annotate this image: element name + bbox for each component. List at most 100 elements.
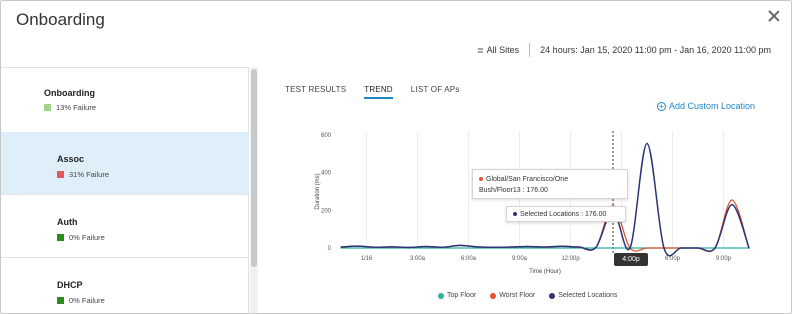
data-point-top-floor <box>714 247 716 249</box>
data-point-top-floor <box>629 247 631 249</box>
legend-label: Worst Floor <box>499 292 536 299</box>
sidebar-item-dhcp[interactable]: DHCP 0% Failure <box>1 258 249 313</box>
filter-icon: ≣ <box>476 45 484 55</box>
data-point-worst-floor <box>391 246 393 248</box>
data-point-selected-locations <box>408 246 410 249</box>
series-line-selected-locations <box>340 142 750 257</box>
dialog: Onboarding ≣ All Sites 24 hours: Jan 15,… <box>0 0 792 314</box>
legend-swatch <box>490 292 497 299</box>
data-point-selected-locations <box>680 247 682 249</box>
sidebar-item-onboarding[interactable]: Onboarding 13% Failure <box>1 68 249 130</box>
y-tick-label: 200 <box>321 208 332 214</box>
scroll-thumb[interactable] <box>251 69 257 267</box>
data-point-top-floor <box>527 247 529 249</box>
data-point-top-floor <box>357 247 359 249</box>
x-tick-label: 6:00a <box>461 256 477 262</box>
data-point-worst-floor <box>510 246 512 248</box>
data-point-selected-locations <box>493 246 495 248</box>
sidebar-scrollbar[interactable] <box>250 67 258 313</box>
data-point-selected-locations <box>697 247 699 249</box>
data-point-top-floor <box>612 247 614 249</box>
data-point-worst-floor <box>663 247 665 249</box>
status-swatch <box>57 234 64 241</box>
data-point-top-floor <box>425 247 427 249</box>
tooltip-selected-text: Selected Locations : 176.00 <box>520 211 607 218</box>
data-point-selected-locations <box>510 246 512 248</box>
data-point-selected-locations <box>357 245 359 247</box>
y-tick-label: 600 <box>321 133 332 139</box>
y-tick-label: 400 <box>321 171 332 177</box>
legend-item-worst-floor[interactable]: Worst Floor <box>490 292 535 299</box>
data-point-worst-floor <box>357 245 359 247</box>
sidebar-item-assoc[interactable]: Assoc 31% Failure <box>1 132 249 194</box>
data-point-worst-floor <box>476 246 478 248</box>
data-point-top-floor <box>731 247 733 249</box>
add-custom-location-button[interactable]: + Add Custom Location <box>656 101 755 111</box>
chart-legend: Top Floor Worst Floor Selected Locations <box>438 292 617 299</box>
tooltip-line2: Bush/Floor13 : 176.00 <box>479 186 548 194</box>
data-point-worst-floor <box>748 247 750 249</box>
data-point-top-floor <box>493 247 495 249</box>
filter-bar: ≣ All Sites 24 hours: Jan 15, 2020 11:00… <box>477 43 771 57</box>
tooltip-line1: Global/San Francisco/One <box>486 176 569 183</box>
tab-trend[interactable]: TREND <box>364 85 393 99</box>
data-point-worst-floor <box>561 245 563 247</box>
data-point-top-floor <box>340 247 342 249</box>
data-point-selected-locations <box>578 246 580 248</box>
sidebar-item-label: Onboarding <box>44 88 95 98</box>
data-point-top-floor <box>646 247 648 249</box>
data-point-worst-floor <box>493 246 495 248</box>
x-tick-label: 9:00a <box>512 256 528 262</box>
data-point-worst-floor <box>425 245 427 248</box>
series-dot <box>513 212 517 217</box>
data-point-top-floor <box>442 247 444 249</box>
status-text: 13% Failure <box>56 103 97 112</box>
data-point-selected-locations <box>646 142 648 145</box>
data-point-selected-locations <box>425 245 427 248</box>
data-point-worst-floor <box>629 247 631 249</box>
sidebar-item-auth[interactable]: Auth 0% Failure <box>1 195 249 257</box>
tab-bar: TEST RESULTS TREND LIST OF APs <box>285 85 460 99</box>
data-point-top-floor <box>663 247 665 249</box>
data-point-top-floor <box>391 247 393 249</box>
legend-item-selected-locations[interactable]: Selected Locations <box>549 292 617 299</box>
data-point-worst-floor <box>459 244 461 246</box>
data-point-worst-floor <box>527 245 529 248</box>
status-badge: 0% Failure <box>57 296 105 305</box>
data-point-worst-floor <box>731 199 733 201</box>
status-swatch <box>44 104 51 111</box>
data-point-selected-locations <box>663 247 665 249</box>
data-point-top-floor <box>374 247 376 249</box>
time-range[interactable]: 24 hours: Jan 15, 2020 11:00 pm - Jan 16… <box>540 45 771 55</box>
sidebar: Onboarding 13% Failure Assoc 31% Failure… <box>1 67 249 313</box>
data-point-top-floor <box>459 247 461 249</box>
status-swatch <box>57 171 64 178</box>
data-point-top-floor <box>510 247 512 249</box>
data-point-top-floor <box>680 247 682 249</box>
data-point-selected-locations <box>595 246 597 248</box>
legend-swatch <box>438 292 444 299</box>
legend-swatch <box>549 292 556 299</box>
data-point-selected-locations <box>476 246 478 248</box>
close-icon[interactable] <box>766 9 782 25</box>
data-point-top-floor <box>408 247 410 249</box>
sidebar-item-label: DHCP <box>57 280 83 290</box>
tooltip-selected: Selected Locations : 176.00 <box>506 206 626 222</box>
data-point-worst-floor <box>595 246 597 248</box>
data-point-top-floor <box>595 247 597 249</box>
tab-list-of-aps[interactable]: LIST OF APs <box>411 85 460 99</box>
data-point-selected-locations <box>442 246 444 248</box>
tab-test-results[interactable]: TEST RESULTS <box>285 85 346 99</box>
sidebar-item-label: Assoc <box>57 154 85 164</box>
data-point-worst-floor <box>544 246 546 248</box>
legend-item-top-floor[interactable]: Top Floor <box>438 292 476 299</box>
data-point-worst-floor <box>697 247 699 249</box>
legend-label: Selected Locations <box>558 292 618 299</box>
x-tick-label: 6:00p <box>665 256 681 262</box>
data-point-worst-floor <box>646 247 648 249</box>
status-badge: 0% Failure <box>57 233 105 242</box>
site-filter[interactable]: ≣ All Sites <box>477 45 519 55</box>
x-axis-label: Time (Hour) <box>529 269 561 275</box>
hover-x-badge: 4:00p <box>614 253 648 266</box>
data-point-top-floor <box>561 247 563 249</box>
